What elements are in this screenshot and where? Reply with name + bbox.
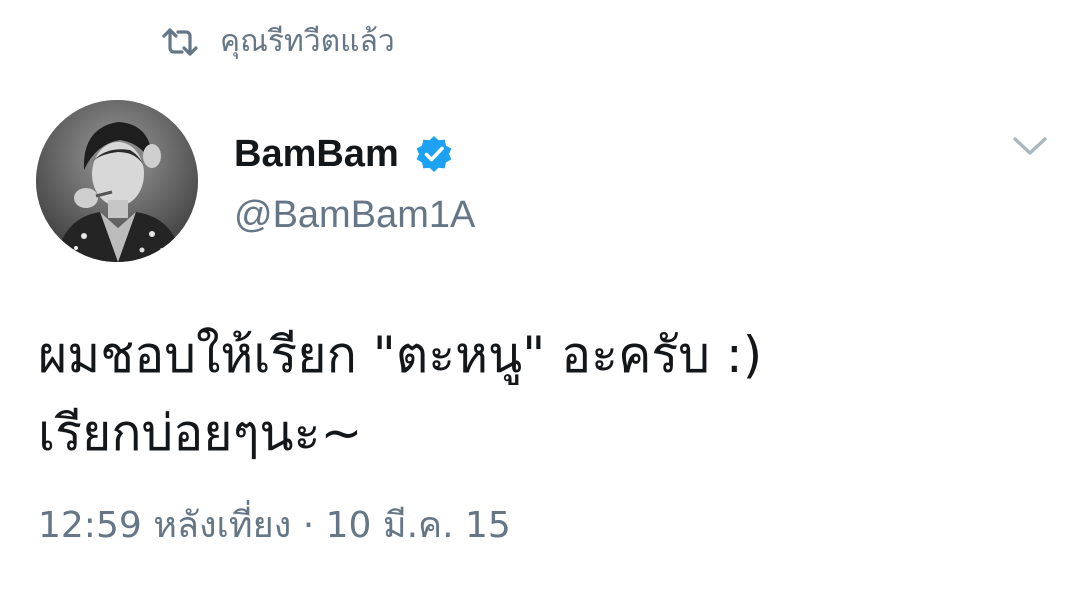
retweet-icon [160,22,200,62]
timestamp-separator: · [302,505,315,546]
avatar[interactable] [36,100,198,262]
tweet-text-line: ผมชอบให้เรียก "ตะหนู" อะครับ :) [38,326,763,384]
author-display-name[interactable]: BamBam [234,126,399,182]
chevron-down-icon[interactable] [1008,126,1052,166]
tweet-timestamp[interactable]: 12:59 หลังเที่ยง · 10 มี.ค. 15 [38,500,511,552]
retweet-context: คุณรีทวีตแล้ว [160,18,395,66]
tweet-text: ผมชอบให้เรียก "ตะหนู" อะครับ :) เรียกบ่อ… [38,316,1048,472]
verified-badge-icon [413,133,455,175]
tweet-text-line: เรียกบ่อยๆนะ~ [38,404,363,462]
tweet-date: 10 มี.ค. 15 [325,505,511,546]
retweet-label: คุณรีทวีตแล้ว [220,24,395,59]
author-name-row[interactable]: BamBam [234,126,455,182]
author-handle[interactable]: @BamBam1A [234,190,475,240]
tweet-time: 12:59 หลังเที่ยง [38,505,292,546]
